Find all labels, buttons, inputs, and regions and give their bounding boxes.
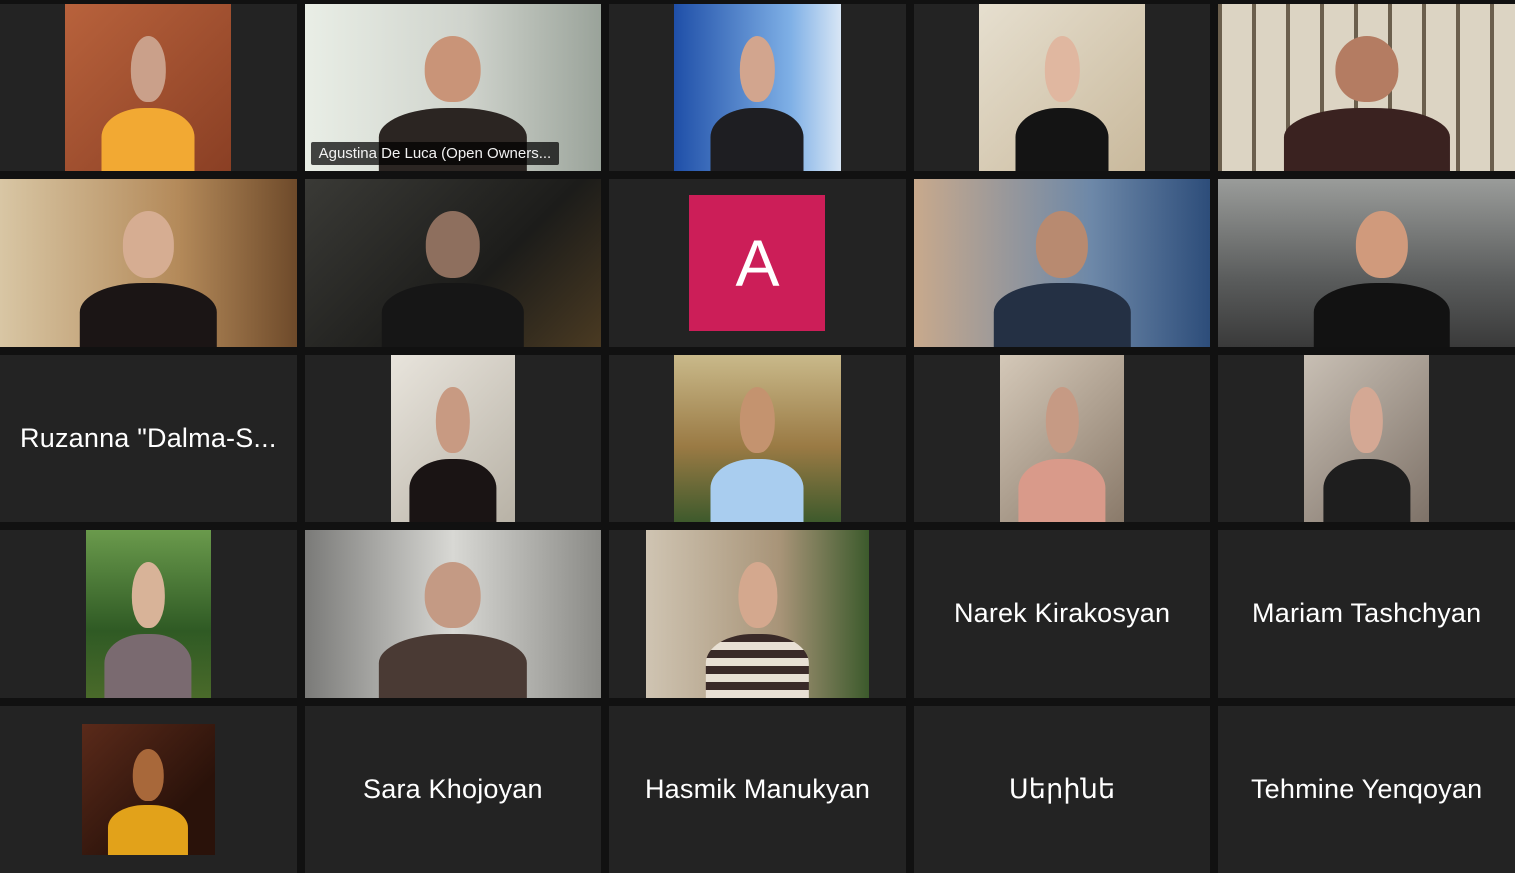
participant-figure [101,27,195,172]
participant-video-tile[interactable] [304,530,602,698]
participant-figure [1018,378,1106,523]
participant-video [304,530,602,698]
participant-name: Narek Kirakosyan [953,598,1171,629]
participant-name: Hasmik Manukyan [644,773,871,804]
participant-video-tile[interactable] [304,354,602,523]
participant-figure [381,203,525,347]
participant-name: Mariam Tashchyan [1252,598,1482,629]
participant-video [65,4,232,172]
participant-figure [1015,27,1109,172]
participant-name-tile[interactable]: Սերինե [913,705,1211,873]
participant-video [304,179,602,347]
participant-figure [706,554,809,698]
participant-name: Ruzanna "Dalma-S... [20,422,277,453]
participant-name-tile[interactable]: Tehmine Yenqoyan [1218,705,1515,873]
participant-figure [378,554,528,698]
participant-video [0,179,297,347]
participant-video-tile[interactable] [913,179,1211,347]
participant-video-tile[interactable] [913,4,1211,172]
participant-video-tile[interactable] [609,530,906,698]
participant-video [1218,179,1515,347]
participant-figure [1323,378,1411,523]
participant-video-tile[interactable] [0,705,297,873]
participant-figure [104,554,192,698]
participant-video [86,530,211,698]
participant-figure [1283,27,1450,172]
participant-video-tile[interactable] [0,530,297,698]
participant-video-tile[interactable] [304,179,602,347]
participant-video-tile[interactable] [1218,354,1515,523]
participant-name: Սերինե [1008,773,1116,804]
participant-name-tile[interactable]: Mariam Tashchyan [1218,530,1515,698]
participant-video [674,354,841,523]
participant-figure [993,203,1131,347]
participant-video [674,4,841,172]
gallery-view-grid: Agustina De Luca (Open Owners... A Ruzan… [0,0,1515,873]
participant-video [81,724,216,855]
participant-figure [80,203,217,347]
participant-video [979,4,1146,172]
participant-video-tile[interactable] [913,354,1211,523]
participant-name-tile[interactable]: Hasmik Manukyan [609,705,906,873]
participant-video-tile[interactable] [609,4,906,172]
participant-video [646,530,869,698]
participant-video-tile[interactable] [0,179,297,347]
participant-video-tile[interactable] [609,354,906,523]
participant-video [390,354,516,523]
participant-video-tile[interactable] [1218,179,1515,347]
participant-figure [710,27,804,172]
participant-figure [108,742,189,855]
participant-video [913,179,1211,347]
participant-video-tile[interactable] [1218,4,1515,172]
participant-name-tile[interactable]: Ruzanna "Dalma-S... [0,354,297,523]
participant-figure [710,378,804,523]
participant-figure [409,378,497,523]
participant-name: Sara Khojoyan [363,773,543,804]
participant-name-label: Agustina De Luca (Open Owners... [310,142,560,166]
participant-figure [1313,203,1450,347]
participant-avatar: A [689,195,826,332]
participant-name-tile[interactable]: Narek Kirakosyan [913,530,1211,698]
active-speaker-tile[interactable]: Agustina De Luca (Open Owners... [304,4,602,172]
participant-video [999,354,1125,523]
participant-avatar-tile[interactable]: A [609,179,906,347]
participant-name: Tehmine Yenqoyan [1250,773,1483,804]
participant-video-tile[interactable] [0,4,297,172]
participant-video [1218,4,1515,172]
participant-name-tile[interactable]: Sara Khojoyan [304,705,602,873]
participant-video [1304,354,1429,523]
